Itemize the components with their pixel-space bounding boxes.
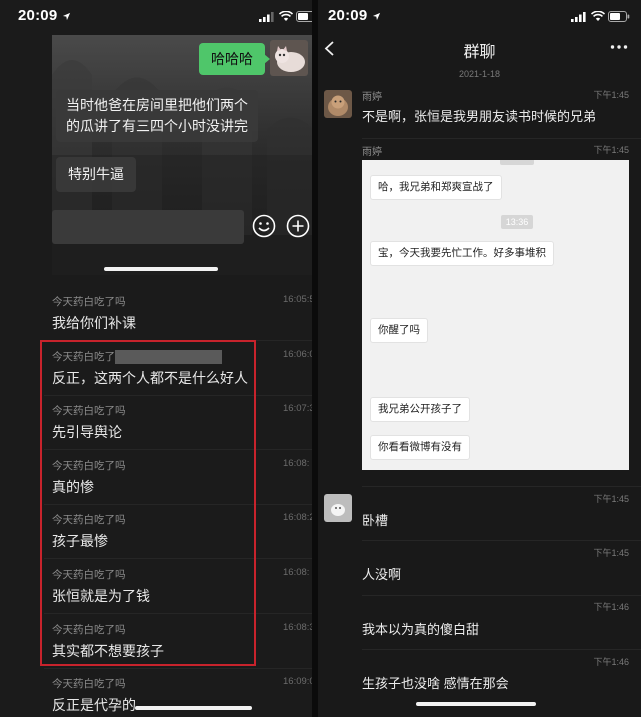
battery-icon — [296, 11, 312, 22]
image-bubble: 你醒了吗 — [370, 318, 428, 343]
sender-name: 雨婷 — [362, 147, 382, 158]
status-time: 20:09 — [18, 7, 58, 24]
image-bubble: 宝，今天我要先忙工作。好多事堆积 — [370, 241, 554, 266]
divider — [362, 649, 641, 650]
avatar[interactable] — [270, 40, 308, 76]
message-text: 反正，这两个人都不是什么好人 — [52, 369, 248, 386]
image-bubble: 哈，我兄弟和郑爽宣战了 — [370, 175, 502, 200]
location-arrow-icon — [62, 12, 71, 21]
sender-name: 今天药白吃了吗 — [52, 514, 126, 527]
received-message-bubble[interactable]: 特别牛逼 — [56, 157, 136, 192]
sender-name: 今天药白吃了吗 — [52, 678, 126, 691]
timestamp-pill — [500, 160, 534, 165]
message-text: 真的惨 — [52, 478, 94, 495]
message-time: 16:09:0 — [283, 676, 312, 688]
sender-name: 今天药白吃了吗 — [52, 569, 126, 581]
message-line: 当时他爸在房间里把他们两个 — [66, 97, 248, 113]
divider — [362, 138, 641, 139]
location-arrow-icon — [372, 12, 381, 21]
signal-icon — [259, 12, 274, 22]
image-bubble: 你看看微博有没有 — [370, 435, 470, 460]
wifi-icon — [279, 11, 293, 21]
more-icon[interactable] — [610, 44, 628, 50]
message-time: 下午1:45 — [593, 548, 629, 558]
home-indicator — [135, 706, 252, 710]
left-screen: 20:09 哈哈哈 当时他爸在房间里把他们两个 的瓜讲了有三四个小时没讲完 特别… — [0, 0, 312, 717]
message-text: 孩子最惨 — [52, 533, 108, 550]
image-bubble: 我兄弟公开孩子了 — [370, 397, 470, 422]
message-text: 先引导舆论 — [52, 424, 122, 441]
message-text: 我给你们补课 — [52, 315, 136, 331]
battery-icon — [608, 11, 630, 22]
message-time: 下午1:46 — [593, 657, 629, 667]
sender-name: 雨婷 — [362, 92, 382, 103]
message-time: 下午1:45 — [593, 494, 629, 504]
divider — [362, 486, 641, 487]
list-item[interactable]: 今天药白吃了吗 16:06:0 反正，这两个人都不是什么好人 — [44, 341, 312, 396]
message-time: 16:08:3 — [283, 621, 312, 633]
right-screen: 20:09 群聊 2021-1-18 雨婷 下午1:45 不是啊，张恒是我男朋友… — [318, 0, 641, 717]
list-item[interactable]: 今天药白吃了吗 16:08: 张恒就是为了钱 — [44, 559, 312, 614]
message-time: 16:08: — [283, 567, 310, 578]
divider — [362, 595, 641, 596]
page-title: 群聊 — [463, 44, 496, 61]
message-text: 其实都不想要孩子 — [52, 642, 164, 659]
date-separator: 2021-1-18 — [458, 69, 501, 79]
divider — [362, 540, 641, 541]
message-time: 下午1:45 — [593, 90, 629, 100]
message-input[interactable] — [52, 210, 244, 244]
message-text: 不是啊，张恒是我男朋友读书时候的兄弟 — [362, 109, 597, 124]
sent-message-bubble[interactable]: 哈哈哈 — [199, 43, 270, 75]
message-text: 生孩子也没啥 感情在那会 — [362, 676, 509, 691]
list-item[interactable]: 今天药白吃了吗 16:08: 真的惨 — [44, 450, 312, 505]
message-time: 下午1:45 — [593, 145, 629, 155]
status-time: 20:09 — [328, 7, 368, 24]
avatar[interactable] — [324, 90, 352, 118]
list-item[interactable]: 今天药白吃了吗 16:08:2 孩子最惨 — [44, 504, 312, 560]
message-text: 我本以为真的傻白甜 — [362, 622, 480, 637]
sender-name: 今天药白吃了吗 — [52, 623, 126, 636]
message-time: 16:07:3 — [283, 403, 312, 415]
message-text: 张恒就是为了钱 — [52, 588, 150, 604]
sender-name: 今天药白吃了吗 — [52, 405, 126, 418]
message-text: 人没啊 — [362, 567, 402, 582]
plus-icon[interactable] — [286, 214, 310, 238]
message-time: 16:06:0 — [283, 348, 312, 360]
list-item[interactable]: 今天药白吃了吗 16:05:5 我给你们补课 — [44, 286, 312, 341]
message-time: 16:05:5 — [283, 294, 312, 305]
list-item[interactable]: 今天药白吃了吗 16:07:3 先引导舆论 — [44, 395, 312, 451]
emoji-icon[interactable] — [252, 214, 276, 238]
message-text: 卧槽 — [362, 513, 389, 528]
sender-name: 今天药白吃了吗 — [52, 459, 126, 472]
message-text: 反正是代孕的 — [52, 697, 136, 714]
message-time: 下午1:46 — [593, 602, 629, 612]
home-indicator — [416, 702, 536, 706]
avatar[interactable] — [324, 494, 352, 522]
signal-icon — [571, 12, 586, 22]
message-time: 16:08:2 — [283, 512, 312, 524]
list-item[interactable]: 今天药白吃了吗 16:08:3 其实都不想要孩子 — [44, 614, 312, 669]
chat-preview-card[interactable]: 哈哈哈 当时他爸在房间里把他们两个 的瓜讲了有三四个小时没讲完 特别牛逼 — [52, 35, 312, 275]
wifi-icon — [591, 11, 605, 21]
timestamp-pill: 13:36 — [501, 215, 533, 229]
redaction-block — [115, 350, 222, 364]
home-indicator — [104, 267, 218, 271]
image-message[interactable]: 哈，我兄弟和郑爽宣战了 13:36 宝，今天我要先忙工作。好多事堆积 你醒了吗 … — [362, 160, 629, 470]
message-time: 16:08: — [283, 457, 310, 469]
message-line: 的瓜讲了有三四个小时没讲完 — [66, 118, 248, 134]
sender-name: 今天药白吃了吗 — [52, 296, 126, 308]
received-message-bubble[interactable]: 当时他爸在房间里把他们两个 的瓜讲了有三四个小时没讲完 — [56, 90, 258, 142]
